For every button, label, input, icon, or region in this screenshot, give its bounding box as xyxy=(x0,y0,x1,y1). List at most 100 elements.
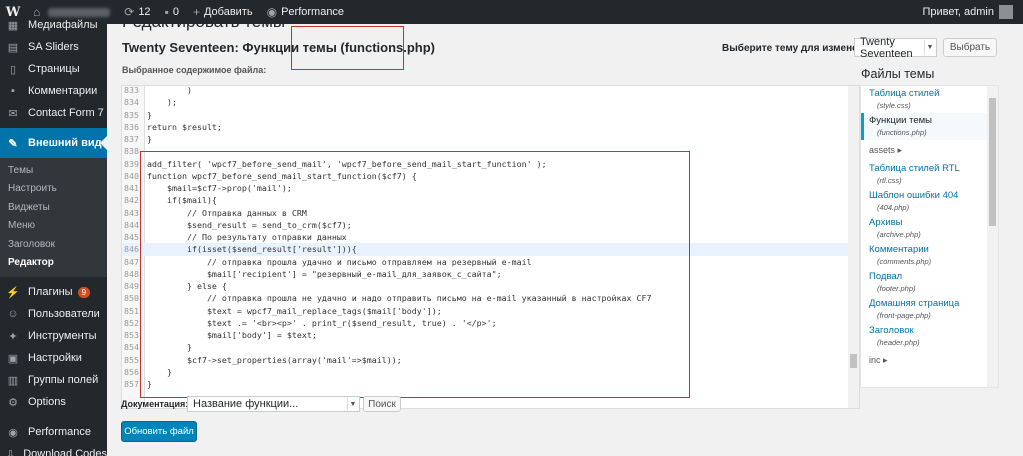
avatar xyxy=(999,5,1013,19)
line-number: 833 xyxy=(124,85,139,96)
update-file-button[interactable]: Обновить файл xyxy=(121,421,197,442)
line-number: 854 xyxy=(124,342,139,353)
admin-sidebar: ▦ Медиафайлы ▤ SA Sliders ▯ Страницы ▪ К… xyxy=(0,19,107,456)
gear-icon: ⚙ xyxy=(8,396,18,409)
line-code: } xyxy=(147,109,152,120)
menu-item-appearance[interactable]: ✎ Внешний вид xyxy=(0,128,107,158)
performance-label: Performance xyxy=(281,6,345,18)
menu-label: Performance xyxy=(28,426,91,438)
line-number: 852 xyxy=(124,317,139,328)
documentation-select-value: Название функции... xyxy=(193,398,299,410)
file-list-item[interactable]: Шаблон ошибки 404 (404.php) xyxy=(861,188,998,215)
file-list-item[interactable]: Домашняя страница (front-page.php) xyxy=(861,296,998,323)
file-list-folder[interactable]: assets ▸ xyxy=(861,140,998,161)
file-name: Домашняя страница xyxy=(869,298,960,309)
documentation-label: Документация: xyxy=(121,399,189,409)
submenu-menus[interactable]: Меню xyxy=(0,217,107,236)
menu-item-download-codes[interactable]: ⇩ Download Codes xyxy=(0,443,107,456)
line-number: 838 xyxy=(124,146,139,157)
line-number: 851 xyxy=(124,305,139,316)
file-list-item[interactable]: Комментарии (comments.php) xyxy=(861,242,998,269)
menu-item-contact-form-7[interactable]: ✉ Contact Form 7 xyxy=(0,102,107,124)
file-path: (rtl.css) xyxy=(877,176,902,185)
file-list-item[interactable]: Функции темы (functions.php) xyxy=(861,113,998,140)
menu-label: SA Sliders xyxy=(28,41,79,53)
menu-label: Download Codes xyxy=(23,448,107,456)
menu-item-pages[interactable]: ▯ Страницы xyxy=(0,58,107,80)
file-path: (archive.php) xyxy=(877,230,921,239)
line-number: 844 xyxy=(124,219,139,230)
tools-icon: ✦ xyxy=(8,330,18,343)
line-number: 834 xyxy=(124,97,139,108)
file-list-item[interactable]: Таблица стилей RTL (rtl.css) xyxy=(861,161,998,188)
submenu-widgets[interactable]: Виджеты xyxy=(0,198,107,217)
documentation-select[interactable]: Название функции... ▼ xyxy=(187,396,360,412)
line-number: 837 xyxy=(124,134,139,145)
menu-label: Комментарии xyxy=(28,85,98,97)
file-list-item[interactable]: Заголовок (header.php) xyxy=(861,323,998,350)
line-code: } xyxy=(147,134,152,145)
line-number: 846 xyxy=(124,244,139,255)
line-number: 843 xyxy=(124,207,139,218)
menu-item-media[interactable]: ▦ Медиафайлы xyxy=(0,14,107,36)
menu-item-tools[interactable]: ✦ Инструменты xyxy=(0,325,107,347)
menu-label: Настройки xyxy=(28,352,82,364)
file-name: Архивы xyxy=(869,217,903,228)
submenu-themes[interactable]: Темы xyxy=(0,161,107,180)
line-code: return $result; xyxy=(147,121,222,132)
file-path: (style.css) xyxy=(877,101,911,110)
menu-item-sa-sliders[interactable]: ▤ SA Sliders xyxy=(0,36,107,58)
scrollbar-thumb[interactable] xyxy=(989,98,996,226)
line-number: 857 xyxy=(124,379,139,390)
menu-label: Инструменты xyxy=(28,330,97,342)
file-list-item[interactable]: Архивы (archive.php) xyxy=(861,215,998,242)
menu-label: Группы полей xyxy=(28,374,99,386)
menu-item-users[interactable]: ☺ Пользователи xyxy=(0,303,107,325)
mail-icon: ✉ xyxy=(8,107,18,120)
menu-item-plugins[interactable]: ⚡ Плагины 9 xyxy=(0,281,107,303)
line-number: 849 xyxy=(124,281,139,292)
search-docs-button[interactable]: Поиск xyxy=(363,396,401,412)
file-path: (404.php) xyxy=(877,203,910,212)
line-number: 841 xyxy=(124,183,139,194)
file-list-item[interactable]: Таблица стилей (style.css) xyxy=(861,86,998,113)
chevron-down-icon: ▼ xyxy=(347,398,358,410)
submenu-editor[interactable]: Редактор xyxy=(0,254,107,273)
code-line: 833 ) xyxy=(122,85,850,96)
theme-select[interactable]: Twenty Seventeen ▼ xyxy=(854,36,937,60)
line-number: 847 xyxy=(124,256,139,267)
code-line: 836 return $result; xyxy=(122,121,850,133)
menu-label: Пользователи xyxy=(28,308,100,320)
file-list-folder[interactable]: inc ▸ xyxy=(861,350,998,371)
menu-item-comments[interactable]: ▪ Комментарии xyxy=(0,80,107,102)
chevron-down-icon: ▼ xyxy=(924,40,935,55)
select-theme-button[interactable]: Выбрать xyxy=(943,38,997,57)
submenu-header[interactable]: Заголовок xyxy=(0,235,107,254)
comments-icon: ▪ xyxy=(11,85,15,97)
plugins-icon: ⚡ xyxy=(6,286,20,299)
line-code: ); xyxy=(147,97,177,108)
editor-scrollbar[interactable] xyxy=(848,86,859,408)
scrollbar-thumb[interactable] xyxy=(850,354,857,368)
file-list-item[interactable]: Подвал (footer.php) xyxy=(861,269,998,296)
media-icon: ▦ xyxy=(7,19,19,32)
plugins-update-badge: 9 xyxy=(77,286,91,298)
menu-label: Options xyxy=(28,396,66,408)
menu-item-performance[interactable]: ◉ Performance xyxy=(0,421,107,443)
menu-item-settings[interactable]: ▣ Настройки xyxy=(0,347,107,369)
slider-icon: ▤ xyxy=(7,41,19,54)
file-list-scrollbar[interactable] xyxy=(987,86,998,387)
file-path: (header.php) xyxy=(877,338,920,347)
submenu-customize[interactable]: Настроить xyxy=(0,180,107,199)
menu-item-options[interactable]: ⚙ Options xyxy=(0,391,107,413)
line-number: 848 xyxy=(124,268,139,279)
file-path: (footer.php) xyxy=(877,284,916,293)
pages-icon: ▯ xyxy=(9,63,17,76)
menu-item-field-groups[interactable]: ▥ Группы полей xyxy=(0,369,107,391)
menu-label: Contact Form 7 xyxy=(28,107,104,119)
line-number: 835 xyxy=(124,109,139,120)
line-number: 839 xyxy=(124,158,139,169)
my-account-link[interactable]: Привет, admin xyxy=(915,0,1023,24)
users-icon: ☺ xyxy=(7,308,19,320)
line-number: 850 xyxy=(124,293,139,304)
